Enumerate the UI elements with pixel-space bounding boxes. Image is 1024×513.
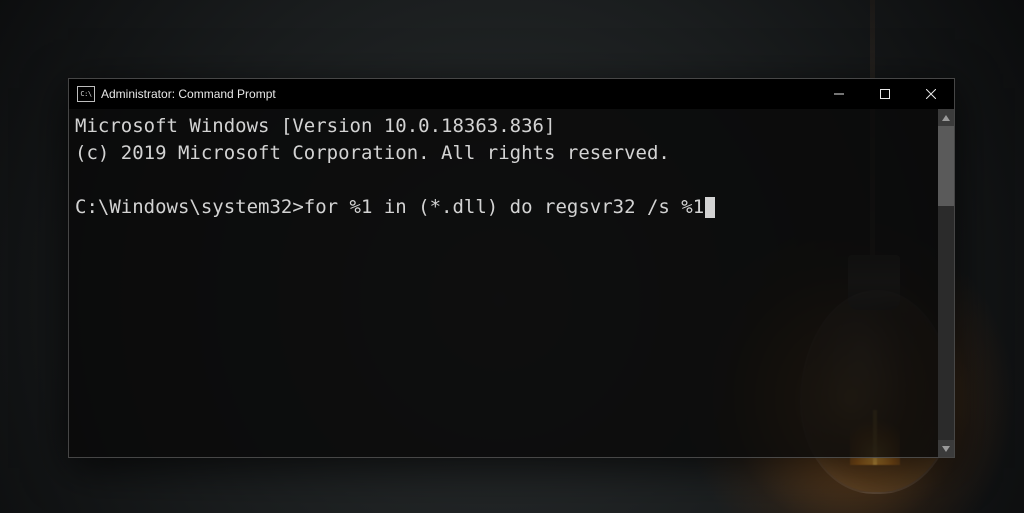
command-text: for %1 in (*.dll) do regsvr32 /s %1	[304, 196, 704, 218]
terminal-output[interactable]: Microsoft Windows [Version 10.0.18363.83…	[69, 109, 938, 457]
cmd-app-icon	[77, 86, 95, 102]
prompt-text: C:\Windows\system32>	[75, 196, 304, 218]
window-title: Administrator: Command Prompt	[101, 87, 276, 101]
titlebar[interactable]: Administrator: Command Prompt	[69, 79, 954, 109]
vertical-scrollbar[interactable]	[938, 109, 954, 457]
close-button[interactable]	[908, 79, 954, 109]
scroll-down-button[interactable]	[938, 440, 954, 457]
minimize-button[interactable]	[816, 79, 862, 109]
maximize-button[interactable]	[862, 79, 908, 109]
scroll-thumb[interactable]	[938, 126, 954, 206]
version-line: Microsoft Windows [Version 10.0.18363.83…	[75, 115, 555, 137]
copyright-line: (c) 2019 Microsoft Corporation. All righ…	[75, 142, 670, 164]
text-cursor	[705, 197, 715, 218]
command-prompt-window: Administrator: Command Prompt Microsoft …	[68, 78, 955, 458]
scroll-up-button[interactable]	[938, 109, 954, 126]
